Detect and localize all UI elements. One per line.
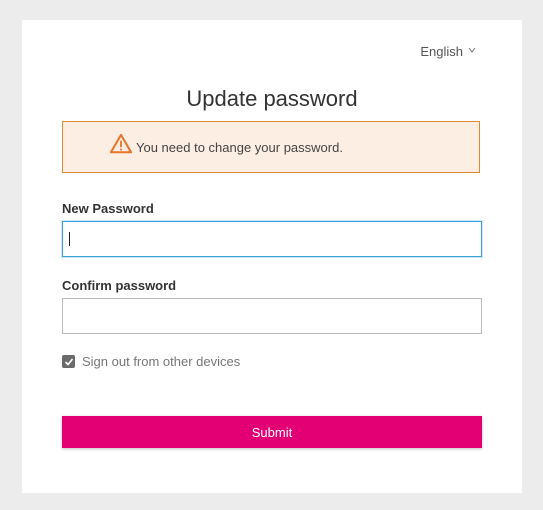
- text-caret: [69, 232, 70, 246]
- language-selector[interactable]: English: [420, 44, 476, 59]
- alert-message: You need to change your password.: [136, 139, 343, 155]
- submit-button[interactable]: Submit: [62, 416, 482, 448]
- confirm-password-input[interactable]: [62, 298, 482, 334]
- language-label: English: [420, 44, 463, 59]
- sign-out-checkbox-row[interactable]: Sign out from other devices: [62, 354, 240, 369]
- new-password-input[interactable]: [62, 221, 482, 257]
- checkmark-icon: [64, 357, 73, 366]
- new-password-label: New Password: [62, 201, 154, 216]
- warning-icon: [110, 133, 132, 154]
- sign-out-label: Sign out from other devices: [82, 354, 241, 369]
- page-title: Update password: [186, 86, 358, 111]
- login-card: English Update password You need to chan…: [22, 20, 522, 493]
- warning-alert: You need to change your password.: [62, 121, 480, 173]
- confirm-password-label: Confirm password: [62, 278, 177, 293]
- sign-out-checkbox[interactable]: [62, 355, 75, 368]
- chevron-down-icon: [468, 45, 476, 56]
